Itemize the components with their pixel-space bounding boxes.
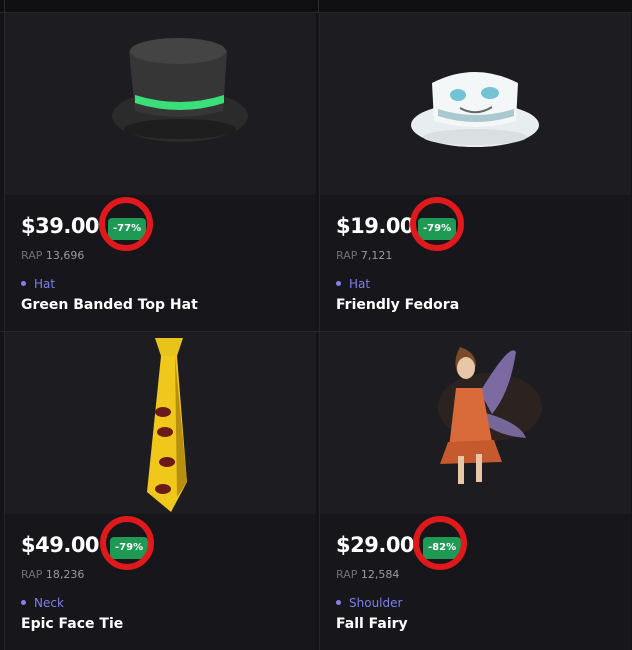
rap-text: RAP 18,236 [21, 568, 85, 581]
item-card[interactable]: $49.00 -79% RAP 18,236 Neck Epic Face Ti… [4, 332, 316, 650]
item-card[interactable]: $39.00 -77% RAP 13,696 Hat Green Banded … [4, 13, 316, 331]
category-dot-icon [21, 600, 26, 605]
rap-text: RAP 13,696 [21, 249, 85, 262]
item-thumbnail [5, 332, 316, 514]
highlight-circle [99, 197, 153, 251]
previous-row-edge [0, 0, 632, 13]
item-category: Hat [21, 277, 55, 291]
rap-text: RAP 12,584 [336, 568, 400, 581]
category-dot-icon [336, 281, 341, 286]
item-card[interactable]: $29.00 -82% RAP 12,584 Shoulder Fall Fai… [319, 332, 631, 650]
item-category: Shoulder [336, 596, 402, 610]
category-dot-icon [336, 600, 341, 605]
item-price: $49.00 [21, 533, 100, 557]
top-hat-icon [112, 38, 248, 142]
item-name[interactable]: Friendly Fedora [336, 297, 459, 313]
highlight-circle [413, 516, 467, 570]
item-name[interactable]: Fall Fairy [336, 616, 408, 632]
item-card[interactable]: $19.00 -79% RAP 7,121 Hat Friendly Fedor… [319, 13, 631, 331]
fairy-icon [438, 347, 542, 484]
highlight-circle [100, 516, 154, 570]
item-thumbnail [5, 13, 316, 195]
item-thumbnail [320, 13, 631, 195]
item-name[interactable]: Epic Face Tie [21, 616, 123, 632]
rap-text: RAP 7,121 [336, 249, 393, 262]
category-dot-icon [21, 281, 26, 286]
item-category: Neck [21, 596, 64, 610]
item-price: $29.00 [336, 533, 415, 557]
highlight-circle [410, 197, 464, 251]
item-name[interactable]: Green Banded Top Hat [21, 297, 198, 313]
item-category: Hat [336, 277, 370, 291]
tie-icon [147, 338, 187, 512]
item-thumbnail [320, 332, 631, 514]
item-price: $39.00 [21, 214, 100, 238]
item-price: $19.00 [336, 214, 415, 238]
fedora-icon [411, 72, 539, 147]
